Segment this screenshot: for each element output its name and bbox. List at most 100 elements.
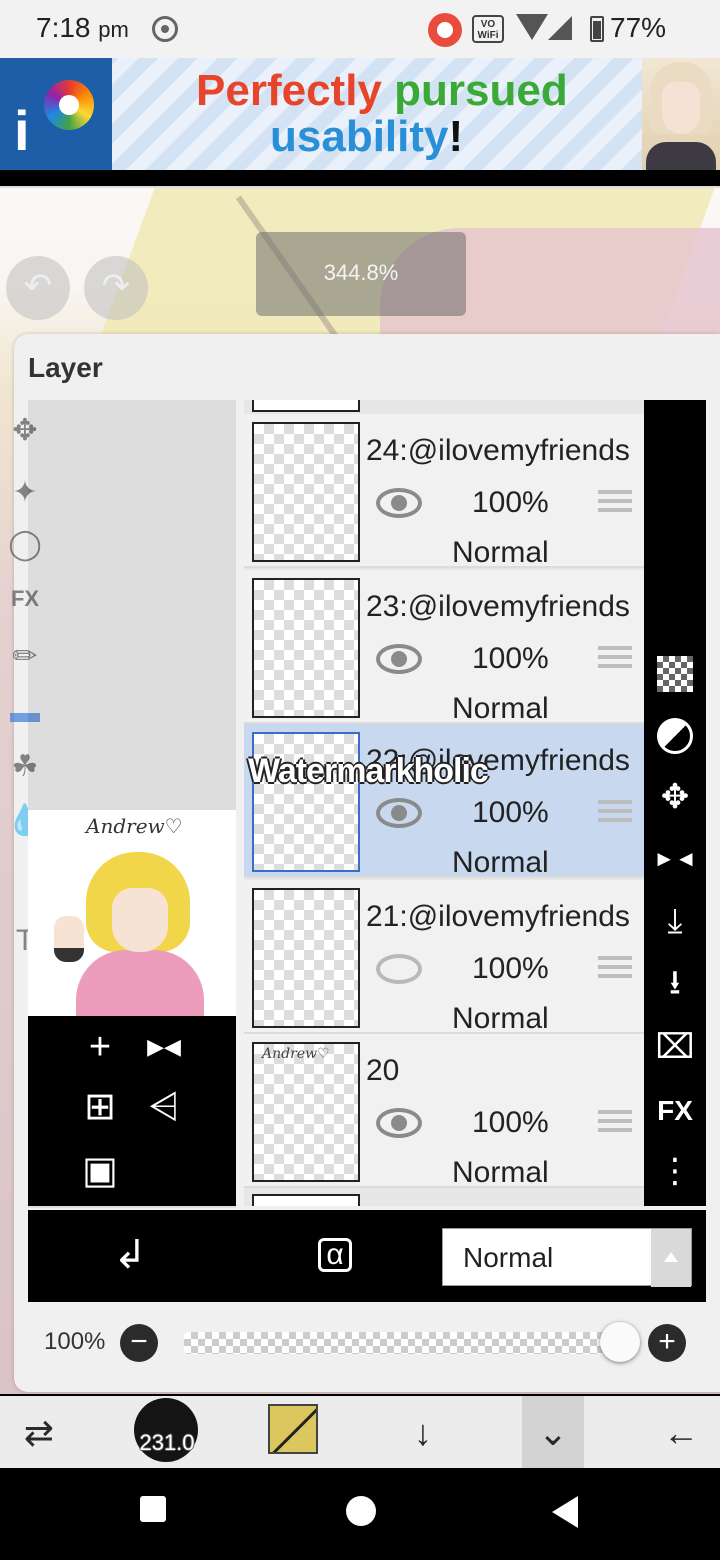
blend-mode-value: Normal [463,1242,554,1273]
system-nav-bar [0,1468,720,1560]
opacity-row: 100% − + [28,1302,706,1384]
drag-handle-icon[interactable] [598,956,632,982]
dropdown-arrow-icon [651,1229,691,1287]
layer-right-toolbar: ✥ ►◄ ⤓ ⭳ ⌧ FX ⋮ [644,400,706,1206]
duplicate-icon: ⊞ [84,1086,116,1128]
layer-thumbnail[interactable] [252,888,360,1028]
visibility-eye-icon[interactable] [376,488,422,518]
undo-icon: ↶ [23,267,53,305]
add-layer-icon: + [88,1026,112,1068]
add-layer-button[interactable]: + [74,1022,126,1074]
visibility-eye-icon[interactable] [376,644,422,674]
flip-horizontal-button[interactable]: ►◄ [650,834,700,884]
opacity-slider-track[interactable] [184,1332,620,1354]
tool-switch-icon: ⇄ [23,1412,55,1453]
layer-peek-bottom [252,1194,360,1206]
blend-mode-select[interactable]: Normal [442,1228,692,1287]
download-icon: ⭳ [669,964,681,1002]
layer-thumbnail[interactable] [252,422,360,562]
merge-down-button[interactable]: ⤓ [650,896,700,946]
layer-peek-top [252,400,360,412]
ad-headline-line1: Perfectly pursued [196,66,568,115]
brush-size-value: 231.0 [139,1430,195,1455]
opacity-value: 100% [44,1328,106,1355]
opacity-slider-knob[interactable] [600,1322,640,1362]
tool-switch-button[interactable]: ⇄ [12,1406,66,1460]
layer-row[interactable]: Andrew♡ 20 100% Normal [244,1034,644,1189]
ad-banner[interactable]: i Perfectly pursued usability! [0,58,720,170]
alpha-lock-button[interactable]: α [318,1238,352,1272]
ad-headline-line2: usability! [270,112,464,161]
color-swatch-button[interactable] [268,1404,318,1454]
status-bar: 7:18 pm VO WiFi 77% [0,0,720,58]
preview-signature: Andrew♡ [86,814,183,838]
layer-row[interactable]: 24:@ilovemyfriends 100% Normal [244,414,644,569]
drag-handle-icon[interactable] [598,1110,632,1136]
duplicate-layer-button[interactable]: ⊞ [74,1082,126,1134]
move-layer-button[interactable]: ✥ [650,772,700,822]
battery-percent: 77% [610,12,667,43]
layer-blend-mode: Normal [452,1002,549,1035]
transparent-layer-icon[interactable] [657,656,693,692]
layer-opacity: 100% [472,952,549,985]
layer-thumbnail[interactable]: Andrew♡ [252,1042,360,1182]
layer-down-button[interactable]: ↓ [396,1406,450,1460]
visibility-eye-off-icon[interactable] [376,954,422,984]
alpha-lock-icon: α [326,1238,344,1271]
back-button[interactable]: ← [654,1406,708,1460]
drag-handle-icon[interactable] [598,646,632,672]
color-wheel-icon [44,80,94,130]
layer-opacity: 100% [472,486,549,519]
visibility-eye-icon[interactable] [376,1108,422,1138]
layer-list[interactable]: 24:@ilovemyfriends 100% Normal 23:@ilove… [244,400,644,1206]
back-arrow-icon: ← [663,1412,699,1453]
app-toolbar: ⇄ 231.0 ↓ ⌄ ← [0,1396,720,1468]
opacity-increase-button[interactable]: + [648,1324,686,1362]
plus-icon: + [658,1325,676,1358]
drag-handle-icon[interactable] [598,490,632,516]
layer-blend-mode: Normal [452,692,549,725]
move-icon: ✥ [660,778,690,816]
opacity-decrease-button[interactable]: − [120,1324,158,1362]
undo-button[interactable]: ↶ [6,256,70,320]
zoom-indicator: 344.8% [256,232,466,316]
layer-opacity: 100% [472,796,549,829]
flip-layer-button[interactable]: ▶◀ [138,1022,190,1074]
layer-name: 20 [366,1054,400,1087]
delete-layer-button[interactable]: ⌧ [650,1022,700,1072]
layer-row-selected[interactable]: 22:@ilovemyfriends 100% Normal [244,724,644,879]
flip-icon: ▶◀ [147,1034,181,1059]
recents-icon[interactable] [140,1496,166,1522]
redo-button[interactable]: ↷ [84,256,148,320]
layer-blend-mode: Normal [452,536,549,569]
clipping-button[interactable]: ↲ [104,1230,156,1282]
canvas-preview-thumbnail[interactable]: Andrew♡ [28,810,236,1016]
visibility-eye-icon[interactable] [376,798,422,828]
collapse-panel-button[interactable]: ⌄ [522,1396,584,1468]
layer-row[interactable]: 23:@ilovemyfriends 100% Normal [244,570,644,725]
clipping-icon: ↲ [113,1233,147,1277]
wifi-icon [516,14,548,40]
cast-icon [152,16,178,42]
layer-name: 23:@ilovemyfriends [366,590,630,623]
layer-blend-mode: Normal [452,1156,549,1189]
import-photo-button[interactable]: ▣ [74,1146,126,1198]
screen-record-icon [428,13,462,47]
layer-name: 24:@ilovemyfriends [366,434,630,467]
invert-icon[interactable] [657,718,693,754]
drag-handle-icon[interactable] [598,800,632,826]
flip-horizontal-icon: ►◄ [653,846,697,871]
watermark-overlay: Watermarkholic [248,752,489,790]
merge-layers-button[interactable]: ⩤ [138,1082,190,1134]
vowifi-icon: VO WiFi [472,15,504,43]
layer-opacity: 100% [472,1106,549,1139]
save-down-button[interactable]: ⭳ [650,958,700,1008]
layer-thumbnail[interactable] [252,578,360,718]
home-icon[interactable] [346,1496,376,1526]
redo-icon: ↷ [101,267,131,305]
layer-panel-title: Layer [28,352,103,383]
layer-row[interactable]: 21:@ilovemyfriends 100% Normal [244,880,644,1035]
layer-fx-button[interactable]: FX [650,1086,700,1136]
more-options-button[interactable]: ⋮ [650,1146,700,1196]
nav-back-icon[interactable] [552,1496,578,1528]
